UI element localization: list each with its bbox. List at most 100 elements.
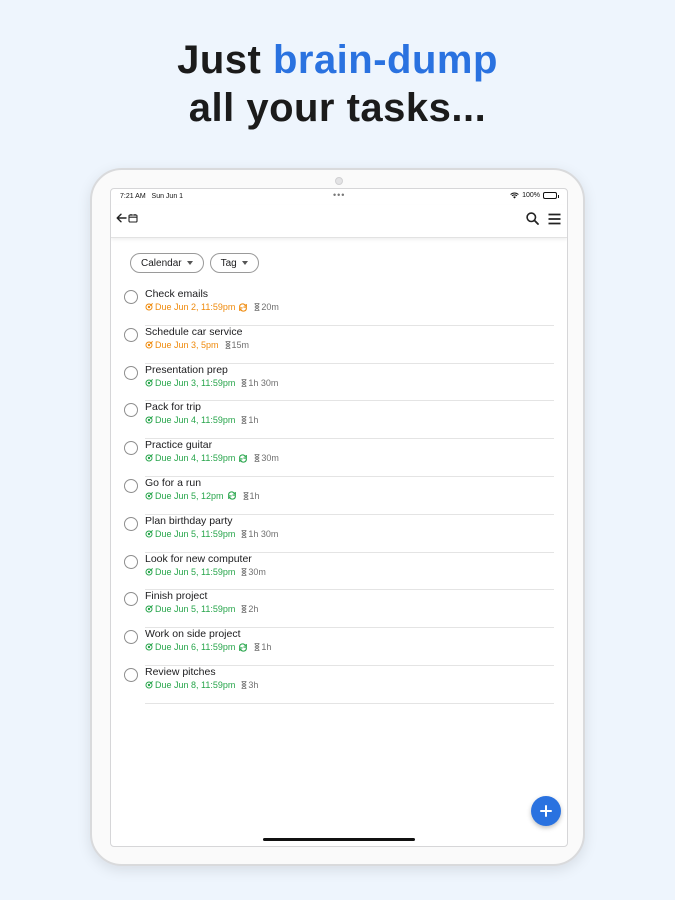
task-due-text: Due Jun 3, 5pm <box>155 339 219 350</box>
task-title: Pack for trip <box>145 401 202 414</box>
task-due-text: Due Jun 2, 11:59pm <box>155 302 236 312</box>
multitask-dots-icon[interactable]: ••• <box>333 190 345 200</box>
add-task-button[interactable] <box>531 796 561 826</box>
task-row[interactable]: Go for a run Due Jun 5, 12pm 1h <box>111 477 567 515</box>
arrow-left-icon <box>116 213 127 223</box>
task-complete-checkbox[interactable] <box>124 516 138 531</box>
task-row[interactable]: Presentation prep Due Jun 3, 11:59pm 1h … <box>111 364 567 402</box>
task-meta: Due Jun 5, 11:59pm 30m <box>145 566 554 578</box>
caret-down-icon <box>186 261 193 265</box>
headline-accent: brain-dump <box>272 38 498 82</box>
task-meta: Due Jun 6, 11:59pm 1h <box>145 641 554 653</box>
calendar-filter-chip[interactable]: Calendar <box>130 253 204 273</box>
target-icon <box>145 303 153 311</box>
task-complete-checkbox[interactable] <box>124 478 138 493</box>
task-title: Finish project <box>145 590 208 603</box>
task-meta: Due Jun 3, 5pm 15m <box>145 339 554 351</box>
target-icon <box>145 643 153 651</box>
task-duration: 1h <box>241 414 258 426</box>
repeat-icon <box>238 302 248 312</box>
hourglass-icon <box>241 567 247 576</box>
task-title: Practice guitar <box>145 439 213 452</box>
task-complete-checkbox[interactable] <box>124 630 138 645</box>
hourglass-icon <box>243 492 248 500</box>
task-duration-text: 20m <box>261 302 279 312</box>
task-due-text: Due Jun 8, 11:59pm <box>155 679 236 690</box>
target-icon <box>145 681 153 689</box>
task-row[interactable]: Review pitches Due Jun 8, 11:59pm 3h <box>111 666 567 704</box>
task-duration: 30m <box>254 452 279 464</box>
target-icon <box>145 378 153 387</box>
task-title: Work on side project <box>145 628 241 641</box>
target-icon <box>145 454 153 462</box>
task-duration: 2h <box>241 603 258 615</box>
task-row[interactable]: Finish project Due Jun 5, 11:59pm 2h <box>111 590 567 629</box>
task-complete-checkbox[interactable] <box>124 667 138 682</box>
hourglass-icon <box>225 340 230 349</box>
task-duration: 30m <box>241 566 266 578</box>
task-row[interactable]: Plan birthday party Due Jun 5, 11:59pm 1… <box>111 515 567 553</box>
task-row[interactable]: Look for new computer Due Jun 5, 11:59pm… <box>111 553 567 591</box>
task-complete-checkbox[interactable] <box>124 327 138 342</box>
tag-filter-label: Tag <box>220 257 237 269</box>
task-duration-text: 1h 30m <box>248 528 279 539</box>
task-due-text: Due Jun 3, 11:59pm <box>155 377 236 388</box>
task-duration-text: 1h <box>249 490 260 501</box>
target-icon <box>145 605 153 613</box>
task-complete-checkbox[interactable] <box>124 365 138 380</box>
task-duration-text: 1h <box>248 415 259 426</box>
task-due: Due Jun 3, 5pm <box>145 339 219 351</box>
task-due-text: Due Jun 4, 11:59pm <box>155 453 236 464</box>
task-complete-checkbox[interactable] <box>124 403 138 418</box>
task-duration-text: 2h <box>248 604 259 615</box>
wifi-icon <box>510 192 519 199</box>
search-icon[interactable] <box>526 212 539 225</box>
task-title: Schedule car service <box>145 325 243 338</box>
task-duration-text: 30m <box>261 453 279 464</box>
task-due-text: Due Jun 5, 11:59pm <box>155 604 236 615</box>
task-duration: 20m <box>254 301 279 313</box>
task-row[interactable]: Pack for trip Due Jun 4, 11:59pm 1h <box>111 401 567 440</box>
task-due: Due Jun 6, 11:59pm <box>145 641 235 653</box>
task-complete-checkbox[interactable] <box>124 592 138 607</box>
headline-line-1: Just brain-dump <box>177 38 498 82</box>
task-meta: Due Jun 3, 11:59pm 1h 30m <box>145 377 554 389</box>
task-due: Due Jun 8, 11:59pm <box>145 679 235 691</box>
task-duration: 1h 30m <box>241 528 278 540</box>
calendar-filter-label: Calendar <box>141 257 182 269</box>
repeat-icon <box>227 491 237 501</box>
task-meta: Due Jun 4, 11:59pm 30m <box>145 452 554 464</box>
home-indicator[interactable] <box>263 838 415 841</box>
task-duration: 3h <box>241 679 258 691</box>
task-due: Due Jun 5, 11:59pm <box>145 528 235 540</box>
headline: Just brain-dump all your tasks... <box>0 36 675 132</box>
task-row[interactable]: Practice guitar Due Jun 4, 11:59pm 30m <box>111 439 567 477</box>
task-complete-checkbox[interactable] <box>124 441 138 456</box>
status-date: Sun Jun 1 <box>151 193 184 200</box>
status-bar: 7:21 AM Sun Jun 1 ••• 100% <box>111 189 567 205</box>
status-time: 7:21 AM <box>120 193 146 200</box>
camera-dot <box>335 177 343 185</box>
hourglass-icon <box>241 681 247 689</box>
task-duration: 1h <box>254 641 271 653</box>
task-row[interactable]: Work on side project Due Jun 6, 11:59pm … <box>111 628 567 666</box>
target-icon <box>145 416 153 424</box>
task-complete-checkbox[interactable] <box>124 554 138 569</box>
hourglass-icon <box>241 416 247 425</box>
task-duration: 1h 30m <box>241 377 278 389</box>
task-duration-text: 1h <box>261 642 272 653</box>
calendar-icon <box>128 214 138 223</box>
back-to-calendar-button[interactable] <box>116 213 138 223</box>
task-due-text: Due Jun 6, 11:59pm <box>155 642 236 653</box>
task-row[interactable]: Schedule car service Due Jun 3, 5pm 15m <box>111 326 567 364</box>
hourglass-icon <box>254 454 260 463</box>
menu-icon[interactable] <box>548 213 561 225</box>
task-row[interactable]: Check emails Due Jun 2, 11:59pm 20m <box>111 288 567 326</box>
tablet-frame: 7:21 AM Sun Jun 1 ••• 100% Calendar Tag … <box>90 168 585 866</box>
target-icon <box>145 529 153 538</box>
task-complete-checkbox[interactable] <box>124 290 138 304</box>
tag-filter-chip[interactable]: Tag <box>209 253 259 273</box>
task-duration-text: 1h 30m <box>248 377 279 388</box>
task-duration: 15m <box>225 339 249 351</box>
task-due-text: Due Jun 4, 11:59pm <box>155 415 236 426</box>
